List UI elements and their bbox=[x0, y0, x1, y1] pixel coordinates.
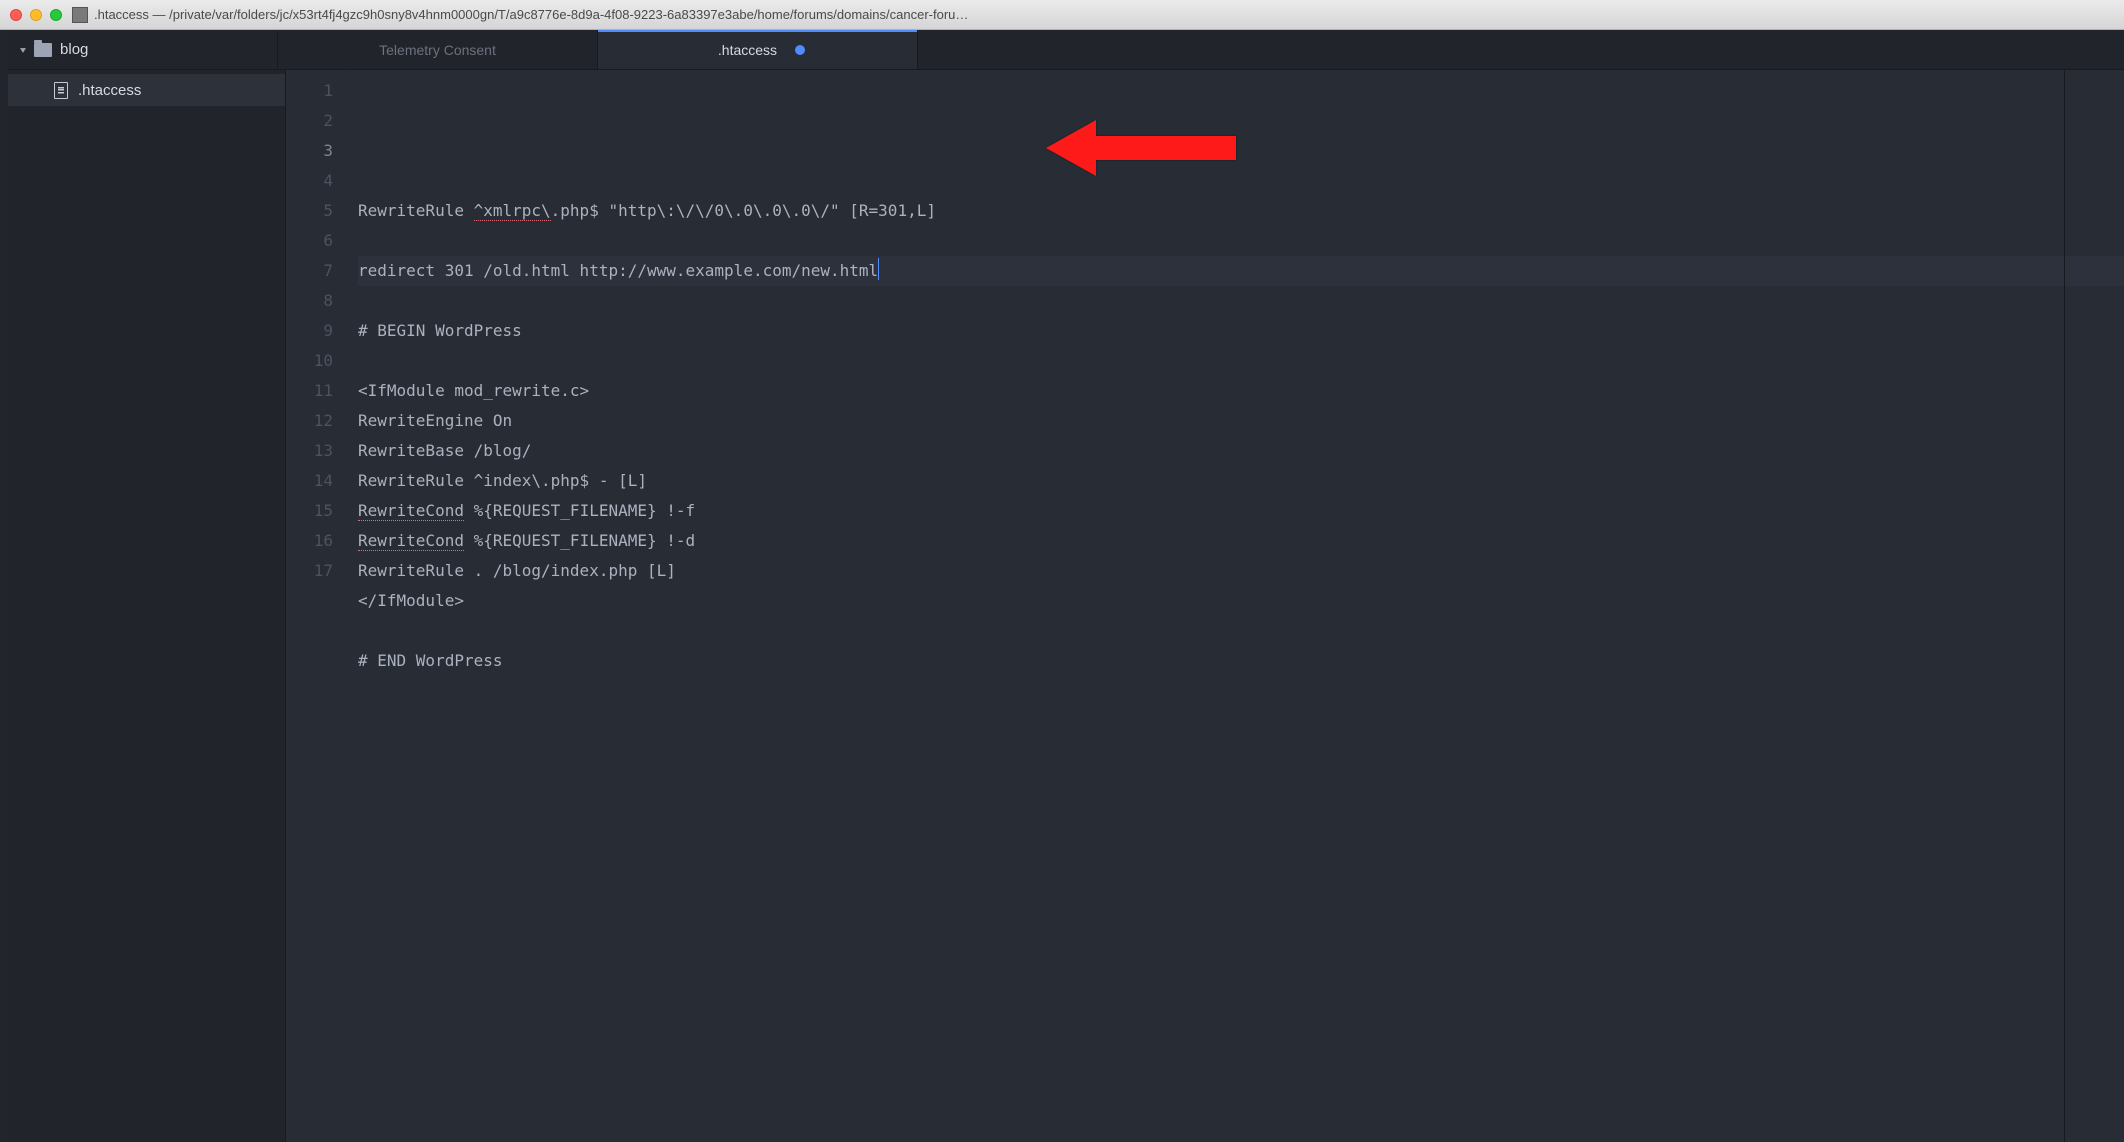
project-root[interactable]: ▾ blog bbox=[8, 30, 278, 69]
code-line[interactable]: RewriteBase /blog/ bbox=[358, 436, 2124, 466]
window-controls bbox=[10, 9, 62, 21]
spellcheck-underline: RewriteCond bbox=[358, 531, 464, 551]
chevron-down-icon: ▾ bbox=[20, 44, 26, 55]
code-line[interactable]: RewriteCond %{REQUEST_FILENAME} !-d bbox=[358, 526, 2124, 556]
line-number[interactable]: 5 bbox=[286, 196, 333, 226]
editor-body: .htaccess 1234567891011121314151617 Rewr… bbox=[8, 70, 2124, 1142]
annotation-arrow bbox=[1046, 120, 1236, 176]
line-number[interactable]: 10 bbox=[286, 346, 333, 376]
code-line[interactable]: </IfModule> bbox=[358, 586, 2124, 616]
code-line[interactable]: RewriteRule ^index\.php$ - [L] bbox=[358, 466, 2124, 496]
window-titlebar: .htaccess — /private/var/folders/jc/x53r… bbox=[0, 0, 2124, 30]
tab-label: .htaccess bbox=[710, 42, 785, 58]
text-editor[interactable]: 1234567891011121314151617 RewriteRule ^x… bbox=[286, 70, 2124, 1142]
line-number[interactable]: 15 bbox=[286, 496, 333, 526]
unsaved-indicator-icon bbox=[795, 45, 805, 55]
code-line[interactable]: RewriteEngine On bbox=[358, 406, 2124, 436]
code-area[interactable]: RewriteRule ^xmlrpc\.php$ "http\:\/\/0\.… bbox=[346, 70, 2124, 1142]
project-root-label: blog bbox=[60, 41, 88, 58]
line-number[interactable]: 7 bbox=[286, 256, 333, 286]
line-number[interactable]: 13 bbox=[286, 436, 333, 466]
line-number[interactable]: 6 bbox=[286, 226, 333, 256]
code-line[interactable]: # BEGIN WordPress bbox=[358, 316, 2124, 346]
arrow-shaft bbox=[1096, 136, 1236, 160]
code-line[interactable]: # END WordPress bbox=[358, 646, 2124, 676]
code-line[interactable] bbox=[358, 676, 2124, 706]
tab-htaccess[interactable]: .htaccess bbox=[598, 30, 918, 69]
code-line[interactable]: <IfModule mod_rewrite.c> bbox=[358, 376, 2124, 406]
file-icon bbox=[54, 82, 68, 99]
line-number[interactable]: 11 bbox=[286, 376, 333, 406]
tree-file-label: .htaccess bbox=[78, 82, 141, 99]
line-number[interactable]: 8 bbox=[286, 286, 333, 316]
editor-app: ▾ blog Telemetry Consent .htaccess .htac… bbox=[0, 30, 2124, 1142]
window-title: .htaccess — /private/var/folders/jc/x53r… bbox=[94, 7, 2114, 22]
spellcheck-underline: RewriteCond bbox=[358, 501, 464, 521]
code-line[interactable]: RewriteCond %{REQUEST_FILENAME} !-f bbox=[358, 496, 2124, 526]
line-number[interactable]: 9 bbox=[286, 316, 333, 346]
tab-bar: Telemetry Consent .htaccess bbox=[278, 30, 2124, 69]
code-line[interactable]: RewriteRule . /blog/index.php [L] bbox=[358, 556, 2124, 586]
code-line[interactable] bbox=[358, 286, 2124, 316]
arrow-head-icon bbox=[1046, 120, 1096, 176]
document-proxy-icon[interactable] bbox=[72, 7, 88, 23]
line-number[interactable]: 16 bbox=[286, 526, 333, 556]
file-tree[interactable]: .htaccess bbox=[8, 70, 286, 1142]
line-number[interactable]: 4 bbox=[286, 166, 333, 196]
line-number[interactable]: 14 bbox=[286, 466, 333, 496]
top-bar: ▾ blog Telemetry Consent .htaccess bbox=[8, 30, 2124, 70]
line-number[interactable]: 1 bbox=[286, 76, 333, 106]
tab-label: Telemetry Consent bbox=[371, 42, 504, 58]
window-zoom-button[interactable] bbox=[50, 9, 62, 21]
window-close-button[interactable] bbox=[10, 9, 22, 21]
line-number[interactable]: 17 bbox=[286, 556, 333, 586]
code-line[interactable] bbox=[358, 226, 2124, 256]
code-line[interactable] bbox=[358, 346, 2124, 376]
tree-file-htaccess[interactable]: .htaccess bbox=[8, 74, 285, 106]
line-number[interactable]: 3 bbox=[286, 136, 333, 166]
line-number[interactable]: 12 bbox=[286, 406, 333, 436]
line-number[interactable]: 2 bbox=[286, 106, 333, 136]
spellcheck-underline: ^xmlrpc\ bbox=[474, 201, 551, 221]
text-cursor bbox=[878, 258, 879, 280]
line-number-gutter[interactable]: 1234567891011121314151617 bbox=[286, 70, 346, 1142]
code-line[interactable]: RewriteRule ^xmlrpc\.php$ "http\:\/\/0\.… bbox=[358, 196, 2124, 226]
tab-telemetry-consent[interactable]: Telemetry Consent bbox=[278, 30, 598, 69]
folder-icon bbox=[34, 43, 52, 57]
code-line[interactable] bbox=[358, 616, 2124, 646]
window-minimize-button[interactable] bbox=[30, 9, 42, 21]
code-line[interactable]: redirect 301 /old.html http://www.exampl… bbox=[358, 256, 2124, 286]
